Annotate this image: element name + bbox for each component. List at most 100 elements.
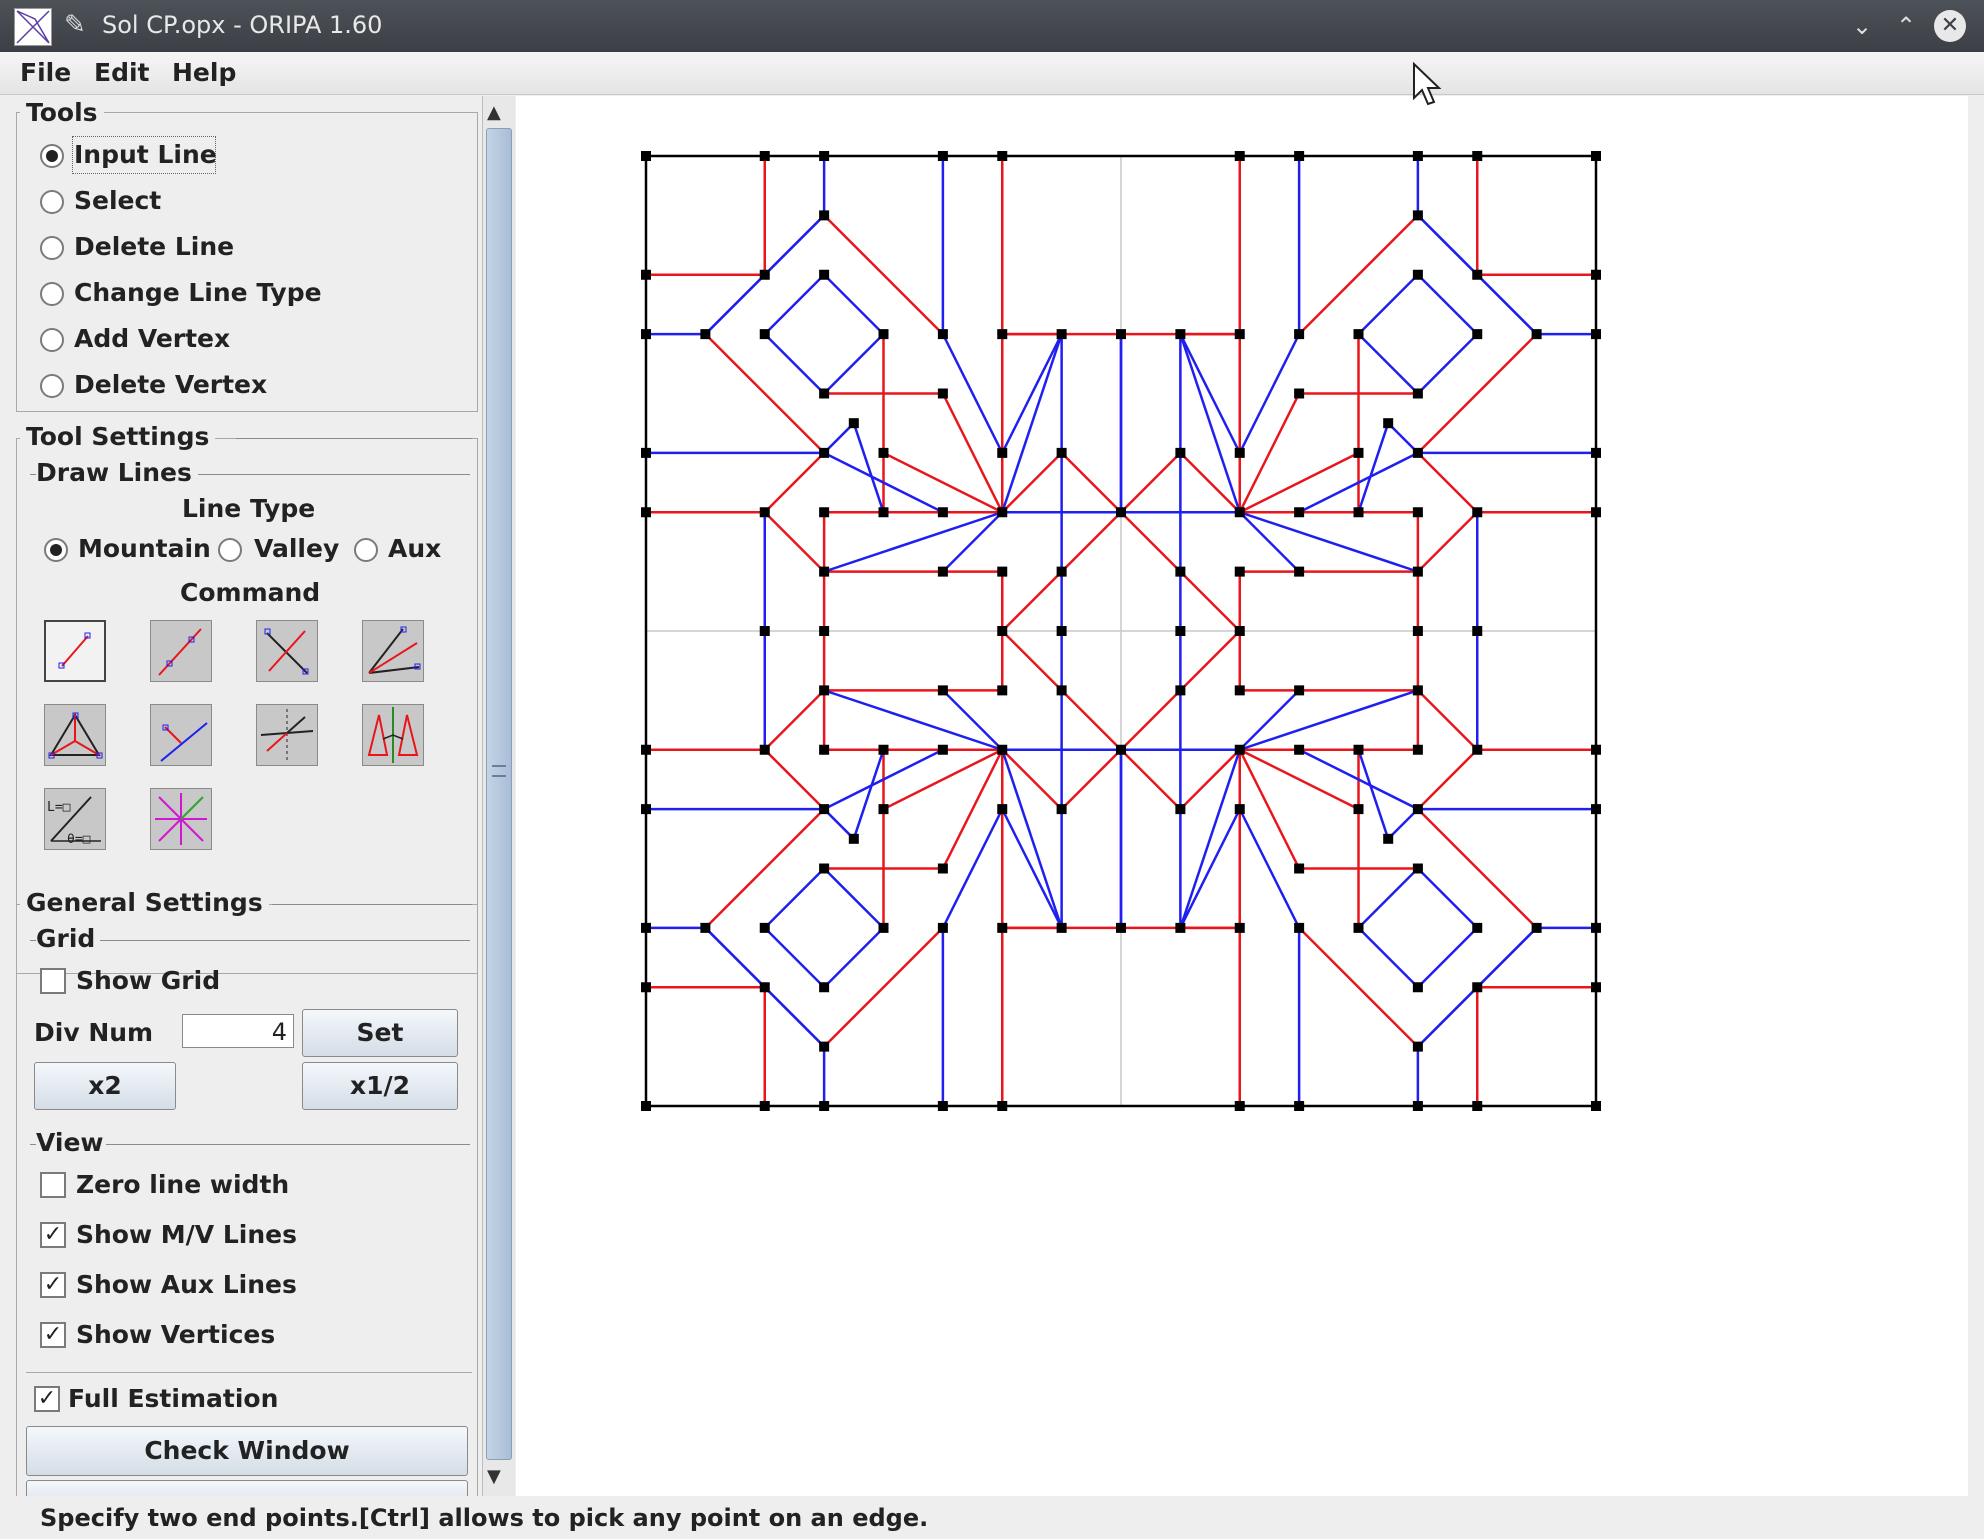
valley-crease-line[interactable] [941,808,1004,929]
radio-change-line-type[interactable] [40,282,64,306]
vertex-marker[interactable] [1175,447,1186,458]
vertex-marker[interactable] [1412,1041,1423,1052]
vertex-marker[interactable] [1234,922,1245,933]
radio-input-line[interactable] [40,144,64,168]
valley-crease-line[interactable] [763,986,826,1048]
mountain-crease-line[interactable] [1001,570,1063,632]
valley-crease-line[interactable] [823,689,1003,751]
mountain-crease-line[interactable] [704,333,826,454]
vertex-marker[interactable] [1234,685,1245,696]
vertex-marker[interactable] [848,418,859,429]
radio-delete-vertex[interactable] [40,374,64,398]
valley-crease-line[interactable] [1238,808,1301,929]
valley-crease-line[interactable] [1357,926,1419,989]
vertex-marker[interactable] [1412,447,1423,458]
tool-add-vertex-label[interactable]: Add Vertex [74,324,230,353]
vertex-marker[interactable] [878,804,889,815]
mountain-crease-line[interactable] [1239,748,1360,811]
show-aux-lines-label[interactable]: Show Aux Lines [76,1270,297,1299]
vertex-marker[interactable] [848,833,859,844]
vertex-marker[interactable] [641,982,651,993]
check-window-button[interactable]: Check Window [26,1426,468,1476]
mountain-label[interactable]: Mountain [78,534,211,563]
set-button[interactable]: Set [302,1009,458,1057]
vertex-marker[interactable] [997,922,1008,933]
valley-crease-line[interactable] [1179,333,1241,454]
vertex-marker[interactable] [1294,507,1305,518]
vertex-marker[interactable] [1056,626,1067,636]
perpendicular-line-icon[interactable] [150,704,212,766]
valley-crease-line[interactable] [763,214,826,276]
vertex-marker[interactable] [819,626,830,636]
vertex-marker[interactable] [819,151,830,161]
valley-crease-line[interactable] [763,867,826,929]
mountain-crease-line[interactable] [1060,689,1122,751]
vertex-marker[interactable] [1472,151,1483,161]
vertex-marker[interactable] [1591,982,1601,993]
length-angle-icon[interactable]: L=□ θ=□ [44,788,106,850]
pin-icon[interactable]: ✎ [64,10,86,40]
vertex-marker[interactable] [641,447,651,458]
vertex-marker[interactable] [1353,447,1364,458]
line-segment-icon[interactable] [150,620,212,682]
vertex-marker[interactable] [997,151,1008,161]
vertex-marker[interactable] [819,744,830,755]
radio-delete-line[interactable] [40,236,64,260]
vertex-marker[interactable] [1175,566,1186,577]
valley-crease-line[interactable] [1357,333,1419,395]
mountain-crease-line[interactable] [1239,451,1360,514]
vertex-marker[interactable] [1234,447,1245,458]
radio-aux[interactable] [354,538,378,562]
mountain-crease-line[interactable] [763,689,826,751]
vertex-marker[interactable] [819,863,830,874]
valley-crease-line[interactable] [1416,333,1479,395]
vertex-marker[interactable] [1412,269,1423,280]
vertex-marker[interactable] [1412,1101,1423,1111]
show-aux-lines-checkbox[interactable]: ✓ [40,1272,66,1298]
panel-scrollbar[interactable]: ▲ ▼ [482,96,515,1496]
mountain-crease-line[interactable] [1120,451,1182,514]
vertex-marker[interactable] [1234,1101,1245,1111]
vertex-marker[interactable] [759,982,770,993]
vertex-marker[interactable] [1234,507,1245,518]
valley-crease-line[interactable] [763,926,826,989]
vertex-marker[interactable] [1175,329,1186,340]
vertex-marker[interactable] [997,329,1008,340]
show-mv-lines-label[interactable]: Show M/V Lines [76,1220,297,1249]
vertex-marker[interactable] [641,922,651,933]
mountain-crease-line[interactable] [1238,392,1301,513]
vertex-marker[interactable] [641,329,651,340]
vertex-marker[interactable] [1591,744,1601,755]
vertex-marker[interactable] [641,151,651,161]
mountain-crease-line[interactable] [1298,214,1419,336]
scroll-down-icon[interactable]: ▼ [487,1466,501,1487]
vertex-marker[interactable] [1472,744,1483,755]
valley-crease-line[interactable] [1001,333,1063,454]
vertex-marker[interactable] [1531,922,1542,933]
mountain-crease-line[interactable] [1060,511,1122,573]
mountain-crease-line[interactable] [941,749,1004,870]
menu-edit[interactable]: Edit [94,58,150,87]
vertex-marker[interactable] [1056,329,1067,340]
vertex-marker[interactable] [1412,744,1423,755]
valley-crease-line[interactable] [1179,808,1241,929]
valley-label[interactable]: Valley [254,534,339,563]
triangle-incenter-icon[interactable] [44,704,106,766]
crease-pattern-svg[interactable] [516,96,1968,1496]
radio-valley[interactable] [218,538,242,562]
vertex-marker[interactable] [759,507,770,518]
vertex-marker[interactable] [1294,388,1305,399]
show-grid-checkbox[interactable] [40,968,66,994]
mountain-crease-line[interactable] [941,392,1004,513]
mirror-copy-icon[interactable] [362,704,424,766]
valley-crease-line[interactable] [1179,333,1241,513]
valley-crease-line[interactable] [1001,808,1063,929]
vertex-marker[interactable] [1591,269,1601,280]
vertex-marker[interactable] [1234,744,1245,755]
vertex-marker[interactable] [1412,151,1423,161]
show-vertices-label[interactable]: Show Vertices [76,1320,275,1349]
vertex-marker[interactable] [819,685,830,696]
crease-pattern-canvas[interactable] [516,96,1968,1496]
tool-change-line-type-label[interactable]: Change Line Type [74,278,322,307]
vertex-marker[interactable] [1412,210,1423,221]
